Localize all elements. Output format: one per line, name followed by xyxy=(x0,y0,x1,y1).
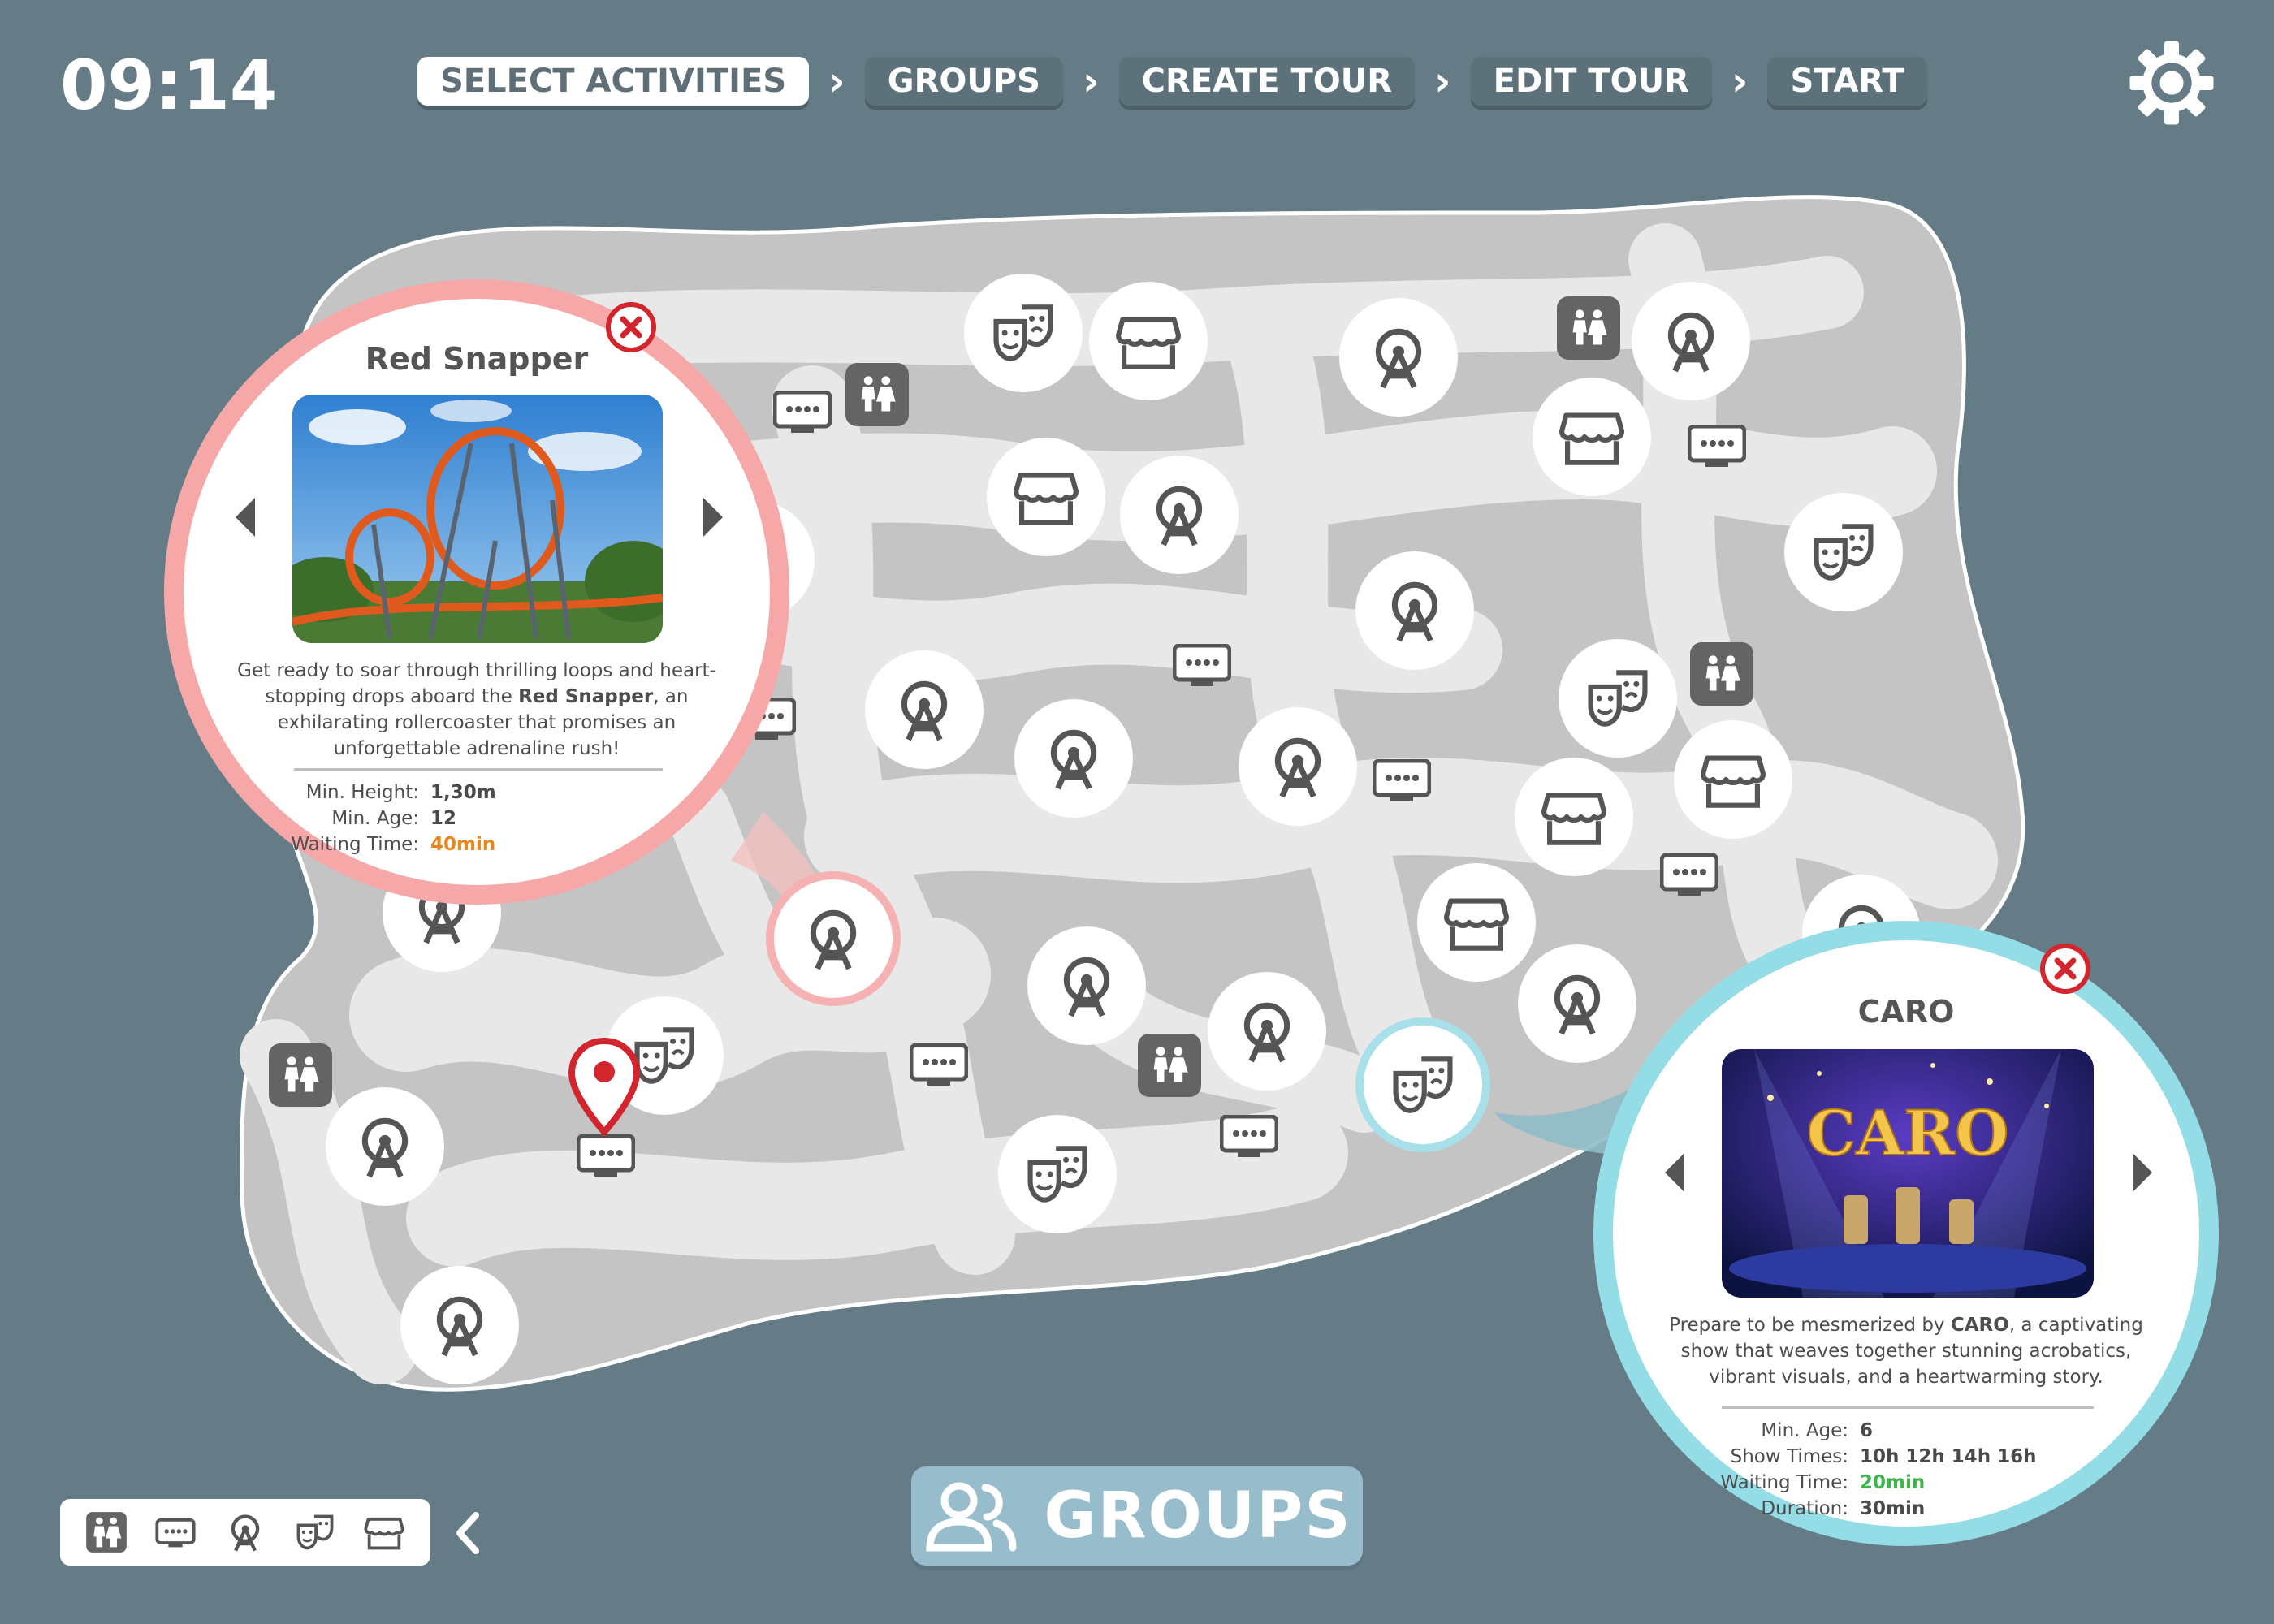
caro-sign-text: CARO xyxy=(1807,1097,2009,1169)
food-stand-icon[interactable] xyxy=(1659,853,1719,897)
card-title: Red Snapper xyxy=(365,341,589,377)
ride-icon[interactable] xyxy=(1120,456,1239,574)
caro-show-photo: CARO xyxy=(1722,1049,2094,1298)
restroom-icon[interactable] xyxy=(845,363,909,426)
activity-card-red-snapper: Red Snapper Get ready to soar through th… xyxy=(164,279,789,905)
food-stand-icon[interactable] xyxy=(1219,1114,1279,1159)
restroom-icon[interactable] xyxy=(1557,296,1620,360)
activity-details: Min. Height: 1,30m Min. Age: 12 Waiting Ti… xyxy=(291,782,496,855)
show-icon-selected[interactable] xyxy=(1364,1026,1482,1144)
next-image-arrow[interactable] xyxy=(2133,1153,2152,1192)
show-icon[interactable] xyxy=(964,274,1083,392)
ride-icon[interactable] xyxy=(1339,298,1458,417)
card-description: Get ready to soar through thrilling loop… xyxy=(237,660,716,759)
close-card-button[interactable] xyxy=(2040,944,2090,994)
ride-icon[interactable] xyxy=(1355,551,1474,670)
food-stand-icon[interactable] xyxy=(576,1134,636,1178)
location-pin-icon[interactable] xyxy=(565,1036,643,1137)
ride-icon[interactable] xyxy=(223,1510,267,1554)
food-stand-icon[interactable] xyxy=(1172,643,1232,688)
food-stand-icon[interactable] xyxy=(772,390,832,434)
ride-icon[interactable] xyxy=(1239,707,1357,826)
food-stand-icon[interactable] xyxy=(909,1043,969,1087)
shop-icon[interactable] xyxy=(1089,282,1208,400)
shop-icon[interactable] xyxy=(1515,758,1633,876)
food-stand-icon[interactable] xyxy=(1372,758,1432,803)
ride-icon[interactable] xyxy=(865,650,984,769)
groups-button[interactable]: GROUPS xyxy=(911,1466,1363,1566)
show-icon[interactable] xyxy=(1784,493,1903,611)
card-description: Prepare to be mesmerized by CARO, a capt… xyxy=(1669,1315,2143,1388)
restroom-icon[interactable] xyxy=(84,1510,128,1554)
activity-details: Min. Age: 6 Show Times: 10h 12h 14h 16h Wa… xyxy=(1720,1420,2037,1519)
ride-icon[interactable] xyxy=(1027,926,1146,1045)
close-card-button[interactable] xyxy=(606,302,656,352)
shop-icon[interactable] xyxy=(987,438,1105,556)
ride-icon[interactable] xyxy=(400,1266,519,1384)
shop-icon[interactable] xyxy=(1533,378,1651,496)
restroom-icon[interactable] xyxy=(1690,642,1753,706)
previous-image-arrow[interactable] xyxy=(1665,1153,1684,1192)
restroom-icon[interactable] xyxy=(1138,1034,1201,1097)
show-icon[interactable] xyxy=(293,1510,337,1554)
ride-icon-selected[interactable] xyxy=(774,879,893,998)
previous-image-arrow[interactable] xyxy=(236,498,255,537)
shop-icon[interactable] xyxy=(362,1510,406,1554)
restroom-icon[interactable] xyxy=(269,1043,332,1107)
next-image-arrow[interactable] xyxy=(703,498,723,537)
ride-icon[interactable] xyxy=(1208,972,1326,1091)
ride-icon[interactable] xyxy=(1014,699,1133,818)
food-stand-icon[interactable] xyxy=(1687,424,1747,469)
group-icon xyxy=(926,1482,1017,1552)
divider xyxy=(1722,1406,2094,1409)
shop-icon[interactable] xyxy=(1674,720,1792,839)
activity-card-caro: CARO CARO Prepare to be mesmerized by CA… xyxy=(1593,921,2219,1546)
groups-button-label: GROUPS xyxy=(1044,1479,1352,1553)
ride-icon[interactable] xyxy=(1632,282,1750,400)
rollercoaster-photo xyxy=(292,395,663,643)
ride-icon[interactable] xyxy=(326,1087,444,1206)
chevron-left-icon[interactable] xyxy=(452,1509,484,1557)
divider xyxy=(294,768,663,771)
food-stand-icon[interactable] xyxy=(153,1510,197,1554)
shop-icon[interactable] xyxy=(1417,863,1536,982)
legend-bar xyxy=(60,1499,430,1566)
show-icon[interactable] xyxy=(998,1115,1117,1233)
show-icon[interactable] xyxy=(1559,639,1677,758)
card-title: CARO xyxy=(1857,994,1955,1030)
